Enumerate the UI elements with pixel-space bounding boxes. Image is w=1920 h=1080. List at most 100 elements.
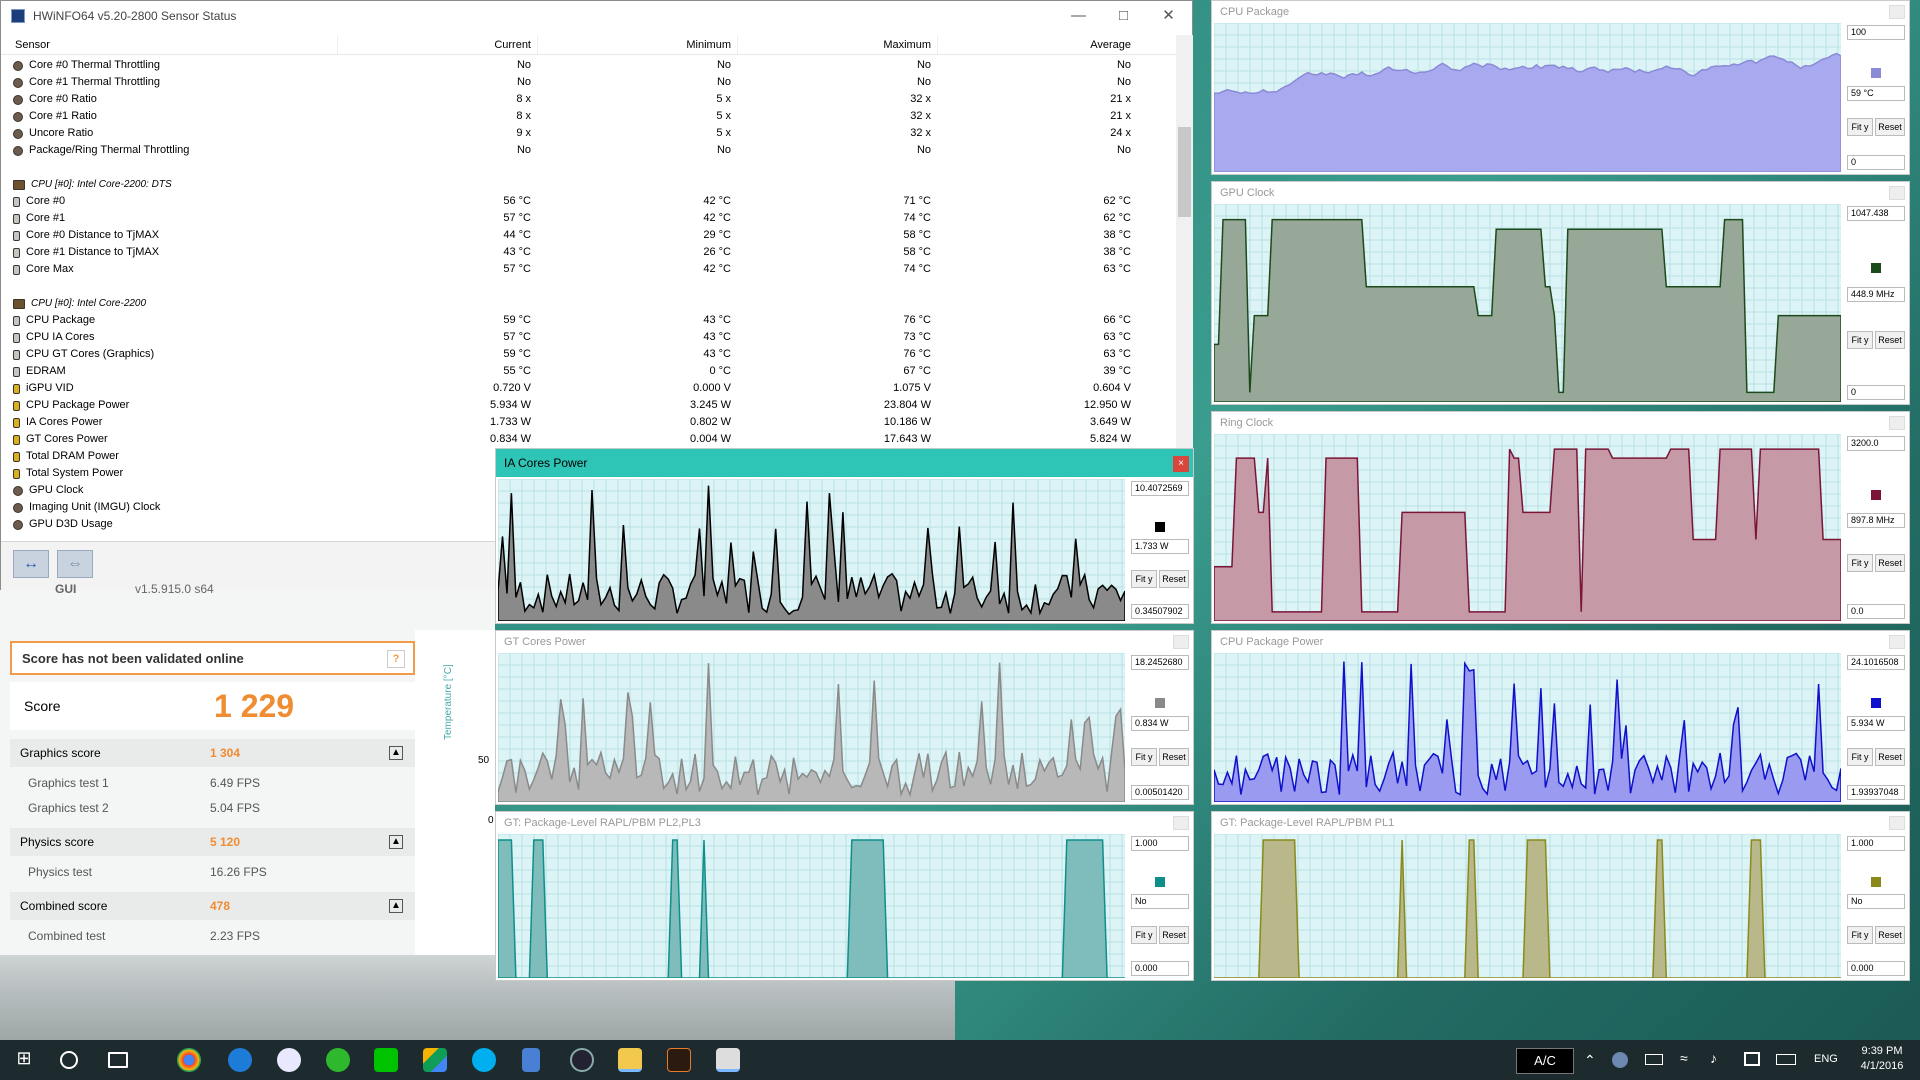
volume-icon[interactable]: ♪ (1710, 1050, 1717, 1066)
search-icon[interactable] (60, 1051, 78, 1069)
physics-score-row[interactable]: Physics score 5 120 ▲ (10, 828, 415, 856)
column-header-current[interactable]: Current (337, 35, 537, 54)
graph-min-value[interactable]: 0.00501420 (1131, 785, 1189, 800)
reset-button[interactable]: Reset (1875, 926, 1905, 944)
sensor-row[interactable]: Core #0 Distance to TjMAX 44 °C 29 °C 58 °C… (1, 227, 1176, 244)
graph-window-pl1[interactable]: GT: Package-Level RAPL/PBM PL1 1.000 No Fit… (1211, 811, 1910, 981)
graph-window-gt[interactable]: GT Cores Power 18.2452680 0.834 W Fit y Rese… (495, 630, 1194, 805)
language-indicator[interactable]: ENG (1814, 1053, 1838, 1065)
graph-window-pl23[interactable]: GT: Package-Level RAPL/PBM PL2,PL3 1.000 N… (495, 811, 1194, 981)
graph-max-value[interactable]: 3200.0 (1847, 436, 1905, 451)
skype-icon[interactable] (472, 1048, 496, 1072)
graph-min-value[interactable]: 0 (1847, 155, 1905, 170)
graph-window-ring[interactable]: Ring Clock 3200.0 897.8 MHz Fit y Reset 0.0 (1211, 411, 1910, 624)
keyboard-icon[interactable] (1776, 1054, 1796, 1065)
chevron-up-icon[interactable]: ⌃ (1584, 1052, 1596, 1069)
ac-status[interactable]: A/C (1516, 1048, 1574, 1074)
graph-window-gpuclk[interactable]: GPU Clock 1047.438 448.9 MHz Fit y Reset 0 (1211, 181, 1910, 405)
fit-y-button[interactable]: Fit y (1847, 926, 1873, 944)
fit-y-button[interactable]: Fit y (1847, 554, 1873, 572)
series-color-swatch[interactable] (1871, 263, 1881, 273)
hwinfo-taskbar-icon[interactable] (716, 1048, 740, 1072)
series-color-swatch[interactable] (1155, 698, 1165, 708)
graph-min-value[interactable]: 0.000 (1131, 961, 1189, 976)
reset-button[interactable]: Reset (1875, 118, 1905, 136)
collapse-toggle-icon[interactable]: ▲ (389, 899, 403, 913)
sensor-row[interactable]: Core Max 57 °C 42 °C 74 °C 63 °C (1, 261, 1176, 278)
graphics-score-row[interactable]: Graphics score 1 304 ▲ (10, 739, 415, 767)
sensor-row[interactable]: Core #0 Ratio 8 x 5 x 32 x 21 x (1, 91, 1176, 108)
graph-window-cpupkg[interactable]: CPU Package 100 59 °C Fit y Reset 0 (1211, 0, 1910, 175)
battery-icon[interactable] (1645, 1054, 1663, 1065)
series-color-swatch[interactable] (1871, 490, 1881, 500)
series-color-swatch[interactable] (1871, 68, 1881, 78)
graph-window-ia[interactable]: IA Cores Power × 10.4072569 1.733 W Fit y Res… (495, 448, 1194, 624)
close-icon[interactable] (1173, 816, 1189, 830)
fit-y-button[interactable]: Fit y (1847, 118, 1873, 136)
close-icon[interactable] (1173, 635, 1189, 649)
close-icon[interactable] (1889, 816, 1905, 830)
combined-score-row[interactable]: Combined score 478 ▲ (10, 892, 415, 920)
sensor-row[interactable]: CPU IA Cores 57 °C 43 °C 73 °C 63 °C (1, 329, 1176, 346)
collapse-toggle-icon[interactable]: ▲ (389, 835, 403, 849)
sensor-row[interactable]: Package/Ring Thermal Throttling No No No No (1, 142, 1176, 159)
action-center-icon[interactable] (1744, 1052, 1760, 1066)
sensor-row[interactable]: Core #1 Ratio 8 x 5 x 32 x 21 x (1, 108, 1176, 125)
sensor-group-header[interactable]: CPU [#0]: Intel Core-2200: DTS (1, 176, 1176, 193)
series-color-swatch[interactable] (1155, 522, 1165, 532)
close-icon[interactable] (1889, 186, 1905, 200)
reset-button[interactable]: Reset (1159, 926, 1189, 944)
graph-max-value[interactable]: 1.000 (1131, 836, 1189, 851)
wifi-icon[interactable]: ≈ (1680, 1050, 1688, 1066)
reset-button[interactable]: Reset (1159, 748, 1189, 766)
sensor-row[interactable] (1, 278, 1176, 295)
title-bar[interactable]: HWiNFO64 v5.20-2800 Sensor Status (1, 1, 1192, 31)
series-color-swatch[interactable] (1871, 698, 1881, 708)
docs-icon[interactable] (522, 1048, 540, 1072)
sensor-row[interactable]: Core #0 56 °C 42 °C 71 °C 62 °C (1, 193, 1176, 210)
fit-y-button[interactable]: Fit y (1131, 748, 1157, 766)
sensor-row[interactable]: CPU Package Power 5.934 W 3.245 W 23.804 W 1… (1, 397, 1176, 414)
column-header-minimum[interactable]: Minimum (537, 35, 737, 54)
sensor-row[interactable]: EDRAM 55 °C 0 °C 67 °C 39 °C (1, 363, 1176, 380)
sensor-row[interactable] (1, 159, 1176, 176)
windows-start-icon[interactable]: ⊞ (12, 1048, 36, 1072)
series-color-swatch[interactable] (1155, 877, 1165, 887)
close-icon[interactable] (1889, 5, 1905, 19)
graph-window-cpupwr[interactable]: CPU Package Power 24.1016508 5.934 W Fit yR… (1211, 630, 1910, 805)
close-icon[interactable]: × (1173, 456, 1189, 472)
sensor-row[interactable]: CPU Package 59 °C 43 °C 76 °C 66 °C (1, 312, 1176, 329)
fit-y-button[interactable]: Fit y (1131, 570, 1157, 588)
sensor-row[interactable]: CPU GT Cores (Graphics) 59 °C 43 °C 76 °C 63… (1, 346, 1176, 363)
system-clock[interactable]: 9:39 PM 4/1/2016 (1850, 1044, 1914, 1074)
task-view-icon[interactable] (108, 1052, 128, 1068)
sensor-row[interactable]: Core #1 Distance to TjMAX 43 °C 26 °C 58 °C… (1, 244, 1176, 261)
sensor-row[interactable]: iGPU VID 0.720 V 0.000 V 1.075 V 0.604 V (1, 380, 1176, 397)
file-explorer-icon[interactable] (618, 1048, 642, 1072)
close-button[interactable]: ✕ (1146, 1, 1191, 31)
graph-max-value[interactable]: 18.2452680 (1131, 655, 1189, 670)
sensor-group-header[interactable]: CPU [#0]: Intel Core-2200 (1, 295, 1176, 312)
fit-y-button[interactable]: Fit y (1847, 748, 1873, 766)
collapse-arrows-icon[interactable]: ⇔ (57, 550, 93, 578)
sensor-row[interactable]: Core #1 Thermal Throttling No No No No (1, 74, 1176, 91)
column-header-sensor[interactable]: Sensor (1, 35, 337, 54)
reset-button[interactable]: Reset (1875, 748, 1905, 766)
graph-min-value[interactable]: 0 (1847, 385, 1905, 400)
edge-icon[interactable] (228, 1048, 252, 1072)
minimize-button[interactable]: — (1056, 1, 1101, 31)
fit-y-button[interactable]: Fit y (1847, 331, 1873, 349)
graph-max-value[interactable]: 10.4072569 (1131, 481, 1189, 496)
graph-title[interactable]: IA Cores Power (496, 449, 1193, 477)
graph-max-value[interactable]: 24.1016508 (1847, 655, 1905, 670)
graph-max-value[interactable]: 100 (1847, 25, 1905, 40)
line-icon[interactable] (374, 1048, 398, 1072)
sensor-row[interactable]: Core #0 Thermal Throttling No No No No (1, 57, 1176, 74)
expand-arrows-icon[interactable]: ↔ (13, 550, 49, 578)
reset-button[interactable]: Reset (1159, 570, 1189, 588)
graph-min-value[interactable]: 0.0 (1847, 604, 1905, 619)
column-header-maximum[interactable]: Maximum (737, 35, 937, 54)
series-color-swatch[interactable] (1871, 877, 1881, 887)
close-icon[interactable] (1889, 416, 1905, 430)
scrollbar-thumb[interactable] (1178, 127, 1191, 217)
